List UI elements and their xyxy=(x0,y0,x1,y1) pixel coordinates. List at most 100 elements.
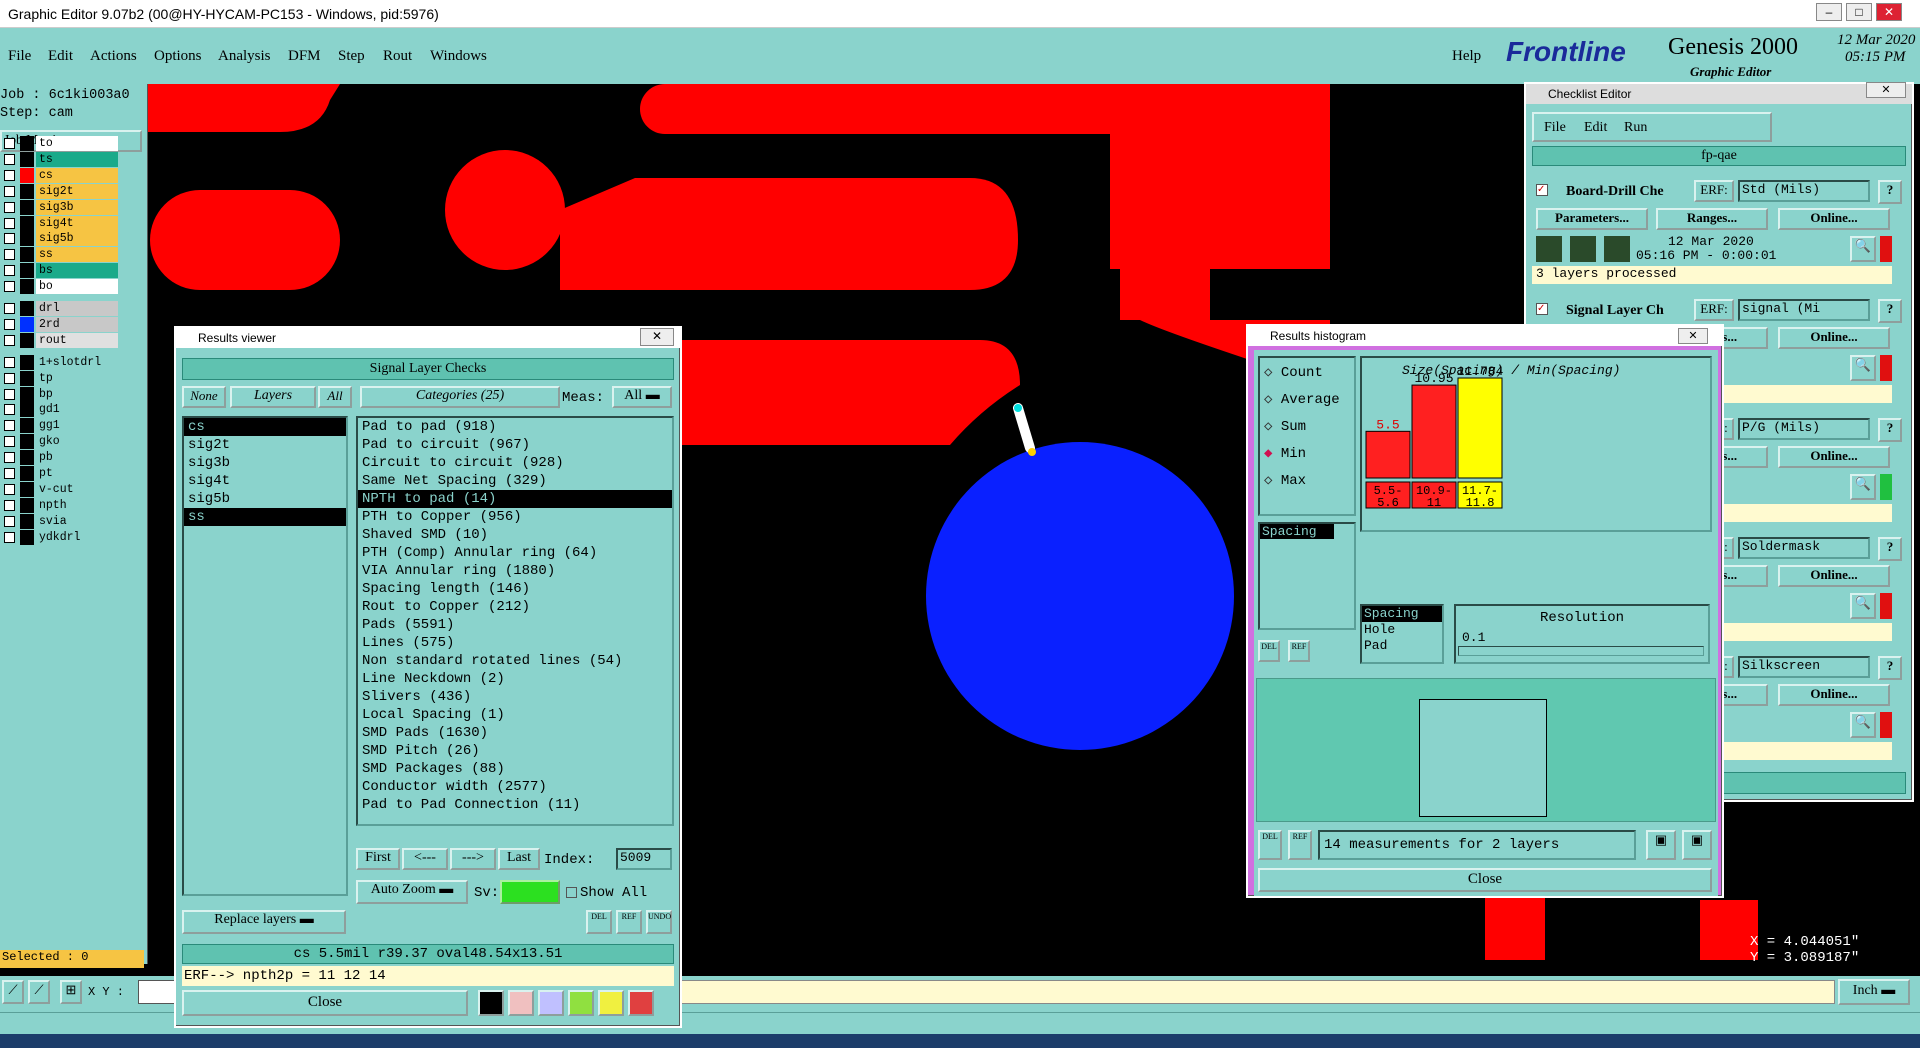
run-icon[interactable] xyxy=(1604,236,1630,262)
layer-row[interactable]: v-cut xyxy=(4,481,118,497)
last-button[interactable]: Last xyxy=(498,848,540,870)
menu-analysis[interactable]: Analysis xyxy=(218,48,271,65)
layer-name[interactable]: bs xyxy=(36,263,118,279)
category-item[interactable]: Same Net Spacing (329) xyxy=(358,472,672,490)
layer-row[interactable]: svia xyxy=(4,513,118,529)
maximize-button[interactable]: □ xyxy=(1846,3,1872,21)
menu-rout[interactable]: Rout xyxy=(383,48,412,65)
online-button[interactable]: Online... xyxy=(1778,684,1890,706)
layer-checkbox[interactable] xyxy=(4,217,15,229)
results-layer-item[interactable]: sig4t xyxy=(184,472,346,490)
menu-step[interactable]: Step xyxy=(338,48,365,65)
type-list[interactable]: Spacing Hole Pad xyxy=(1360,604,1444,664)
histogram-close-button[interactable]: Close xyxy=(1258,868,1712,892)
histogram-list[interactable]: Spacing xyxy=(1258,522,1356,630)
prev-button[interactable]: <--- xyxy=(402,848,448,870)
layer-name[interactable]: npth xyxy=(36,497,118,513)
layer-checkbox[interactable] xyxy=(4,452,15,464)
histogram-bar[interactable] xyxy=(1365,430,1411,479)
layer-row[interactable]: sig4t xyxy=(4,215,118,231)
none-button[interactable]: None xyxy=(182,386,226,408)
category-item[interactable]: Spacing length (146) xyxy=(358,580,672,598)
close-icon[interactable]: ✕ xyxy=(1678,328,1708,344)
del-button[interactable]: DEL xyxy=(586,910,612,934)
item-checkbox[interactable]: ✓ xyxy=(1536,184,1548,196)
menu-actions[interactable]: Actions xyxy=(90,48,137,65)
layer-name[interactable]: ydkdrl xyxy=(36,529,118,545)
layer-checkbox[interactable] xyxy=(4,334,15,346)
layer-checkbox[interactable] xyxy=(4,138,15,149)
layer-name[interactable]: 2rd xyxy=(36,316,118,332)
mode-radio-average[interactable]: ◇ Average xyxy=(1264,391,1340,408)
online-button[interactable]: Online... xyxy=(1778,327,1890,349)
type-item[interactable]: Hole xyxy=(1362,622,1442,638)
layer-row[interactable]: tp xyxy=(4,370,118,386)
layer-checkbox[interactable] xyxy=(4,420,15,432)
zoom-icon[interactable]: 🔍 xyxy=(1850,593,1876,619)
category-item[interactable]: SMD Pads (1630) xyxy=(358,724,672,742)
meas-select[interactable]: All ▬ xyxy=(612,386,672,408)
checklist-menu-run[interactable]: Run xyxy=(1624,120,1647,136)
layer-row[interactable]: gg1 xyxy=(4,418,118,434)
first-button[interactable]: First xyxy=(356,848,400,870)
layer-row[interactable]: sig5b xyxy=(4,231,118,247)
category-item[interactable]: Line Neckdown (2) xyxy=(358,670,672,688)
type-item[interactable]: Spacing xyxy=(1362,606,1442,622)
layer-name[interactable]: pt xyxy=(36,466,118,481)
close-icon[interactable]: ✕ xyxy=(640,328,674,346)
ranges-button[interactable]: Ranges... xyxy=(1656,208,1768,230)
category-item[interactable]: Slivers (436) xyxy=(358,688,672,706)
layer-row[interactable]: ydkdrl xyxy=(4,529,118,545)
category-item[interactable]: Pads (5591) xyxy=(358,616,672,634)
histogram-bar[interactable] xyxy=(1457,377,1503,479)
ref-button[interactable]: REF xyxy=(1288,640,1310,662)
layer-row[interactable]: drl xyxy=(4,301,118,316)
layer-checkbox[interactable] xyxy=(4,356,15,368)
results-layer-item[interactable]: cs xyxy=(184,418,346,436)
mode-radio-count[interactable]: ◇ Count xyxy=(1264,364,1323,381)
tool-icon-e[interactable] xyxy=(598,990,624,1016)
layer-row[interactable]: sig3b xyxy=(4,199,118,215)
menu-options[interactable]: Options xyxy=(154,48,202,65)
erf-value[interactable]: Silkscreen xyxy=(1738,656,1870,678)
layer-name[interactable]: sig4t xyxy=(36,215,118,231)
show-all-checkbox[interactable] xyxy=(566,887,577,898)
type-item[interactable]: Pad xyxy=(1362,638,1442,654)
layer-checkbox[interactable] xyxy=(4,531,15,543)
layer-name[interactable]: drl xyxy=(36,301,118,316)
layer-name[interactable]: gd1 xyxy=(36,402,118,418)
layer-checkbox[interactable] xyxy=(4,318,15,330)
replace-layers-select[interactable]: Replace layers ▬ xyxy=(182,910,346,934)
ref-button[interactable]: REF xyxy=(616,910,642,934)
layer-checkbox[interactable] xyxy=(4,265,15,277)
layer-row[interactable]: to xyxy=(4,136,118,151)
menu-edit[interactable]: Edit xyxy=(48,48,73,65)
erf-value[interactable]: Std (Mils) xyxy=(1738,180,1870,202)
layer-checkbox[interactable] xyxy=(4,404,15,416)
layer-checkbox[interactable] xyxy=(4,515,15,527)
category-item[interactable]: PTH to Copper (956) xyxy=(358,508,672,526)
layer-name[interactable]: 1+slotdrl xyxy=(36,354,118,370)
category-item[interactable]: SMD Packages (88) xyxy=(358,760,672,778)
units-select[interactable]: Inch ▬ xyxy=(1838,979,1910,1005)
minimize-button[interactable]: – xyxy=(1816,3,1842,21)
category-item[interactable]: NPTH to pad (14) xyxy=(358,490,672,508)
layer-name[interactable]: v-cut xyxy=(36,481,118,497)
histogram-bar[interactable] xyxy=(1411,384,1457,479)
category-item[interactable]: Lines (575) xyxy=(358,634,672,652)
close-icon[interactable]: ✕ xyxy=(1866,82,1906,98)
category-item[interactable]: VIA Annular ring (1880) xyxy=(358,562,672,580)
help-icon[interactable]: ? xyxy=(1878,418,1902,442)
tool-icon-b[interactable] xyxy=(508,990,534,1016)
layer-row[interactable]: bp xyxy=(4,386,118,402)
undo-button[interactable]: UNDO xyxy=(646,910,672,934)
layer-name[interactable]: sig2t xyxy=(36,183,118,199)
layer-row[interactable]: sig2t xyxy=(4,183,118,199)
layer-name[interactable]: cs xyxy=(36,167,118,183)
layer-name[interactable]: svia xyxy=(36,513,118,529)
category-item[interactable]: PTH (Comp) Annular ring (64) xyxy=(358,544,672,562)
zoom-icon[interactable]: 🔍 xyxy=(1850,712,1876,738)
bar-chart-icon[interactable] xyxy=(628,990,654,1016)
tool-icon-a[interactable] xyxy=(478,990,504,1016)
results-layer-list[interactable]: cs sig2t sig3b sig4t sig5b ss xyxy=(182,416,348,896)
